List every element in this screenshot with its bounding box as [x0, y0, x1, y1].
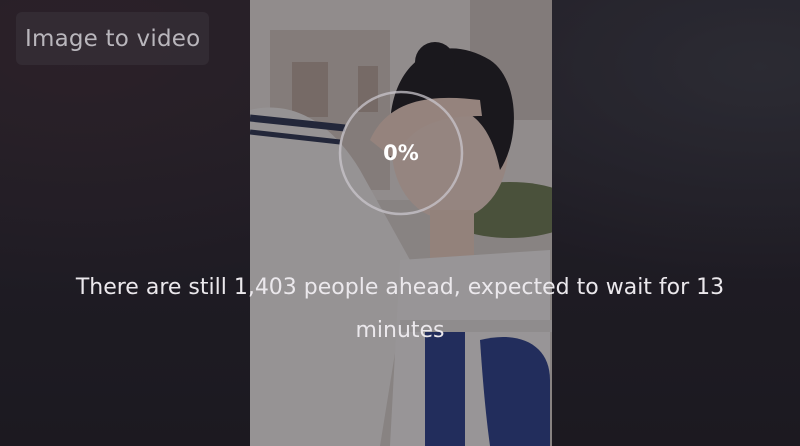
- mode-badge: Image to video: [16, 12, 210, 65]
- source-image-preview: [250, 0, 552, 446]
- progress-percent: 0%: [383, 141, 419, 165]
- mode-badge-label: Image to video: [25, 25, 201, 52]
- queue-status-message: There are still 1,403 people ahead, expe…: [75, 275, 725, 343]
- video-generation-screen: Image to video 0% There are still 1,403 …: [0, 0, 800, 446]
